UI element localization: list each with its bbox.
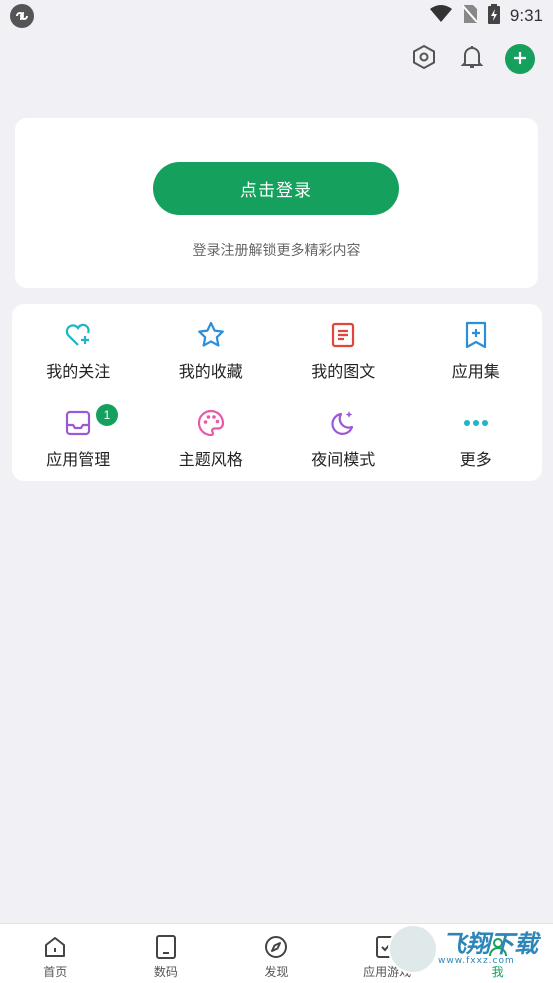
inbox-icon (63, 408, 93, 438)
home-icon (42, 934, 68, 960)
menu-item-night-mode[interactable]: 夜间模式 (277, 408, 410, 482)
notifications-button[interactable] (457, 44, 487, 74)
hexagon-settings-icon (411, 44, 437, 74)
article-icon (328, 320, 358, 350)
menu-label: 更多 (459, 450, 492, 469)
top-actions (409, 44, 535, 74)
nav-item-digital[interactable]: 数码 (111, 924, 222, 983)
login-button[interactable]: 点击登录 (153, 162, 399, 215)
bookmark-plus-icon (461, 320, 491, 350)
menu-grid: 我的关注 我的收藏 我的图文 应用集 1 应用管理 主题风格 夜间模式 更多 (12, 320, 542, 482)
nav-label: 数码 (153, 965, 178, 979)
menu-label: 夜间模式 (311, 450, 376, 469)
palette-icon (196, 408, 226, 438)
menu-item-app-collections[interactable]: 应用集 (410, 320, 543, 394)
menu-item-app-management[interactable]: 1 应用管理 (12, 404, 145, 482)
menu-item-following[interactable]: 我的关注 (12, 320, 145, 394)
menu-item-more[interactable]: 更多 (410, 408, 543, 482)
login-hint: 登录注册解锁更多精彩内容 (192, 243, 361, 259)
status-bar: 9:31 (0, 0, 553, 32)
status-time: 9:31 (509, 6, 543, 25)
nav-label: 发现 (264, 965, 289, 979)
tablet-icon (153, 934, 179, 960)
watermark-logo-icon (388, 924, 438, 974)
menu-label: 我的图文 (311, 362, 376, 381)
nav-item-home[interactable]: 首页 (0, 924, 111, 983)
menu-item-favorites[interactable]: 我的收藏 (145, 320, 278, 394)
nav-label: 首页 (43, 965, 68, 979)
watermark: 飞翔下载 www.fxxz.com (388, 920, 548, 978)
menu-item-articles[interactable]: 我的图文 (277, 320, 410, 394)
menu-item-theme[interactable]: 主题风格 (145, 408, 278, 482)
star-icon (196, 320, 226, 350)
no-sim-icon (462, 4, 478, 28)
menu-label: 我的收藏 (178, 362, 243, 381)
plus-icon (513, 50, 527, 69)
watermark-title: 飞翔下载 (442, 930, 538, 958)
app-notification-icon (10, 4, 34, 28)
heart-plus-icon (63, 320, 93, 350)
menu-label: 我的关注 (46, 362, 111, 381)
menu-label: 应用集 (451, 362, 500, 381)
watermark-text-block: 飞翔下载 www.fxxz.com (438, 932, 538, 966)
compass-icon (263, 934, 289, 960)
wifi-icon (429, 5, 452, 27)
menu-label: 主题风格 (178, 450, 243, 469)
moon-stars-icon (328, 408, 358, 438)
bell-icon (460, 44, 484, 74)
settings-button[interactable] (409, 44, 439, 74)
menu-card: 我的关注 我的收藏 我的图文 应用集 1 应用管理 主题风格 夜间模式 更多 (12, 304, 542, 481)
nav-item-discover[interactable]: 发现 (221, 924, 332, 983)
menu-label: 应用管理 (46, 450, 111, 469)
update-badge: 1 (96, 404, 118, 426)
add-button[interactable] (505, 44, 535, 74)
login-card: 点击登录 登录注册解锁更多精彩内容 (15, 118, 538, 288)
more-dots-icon (461, 408, 491, 438)
battery-charging-icon (487, 4, 500, 28)
